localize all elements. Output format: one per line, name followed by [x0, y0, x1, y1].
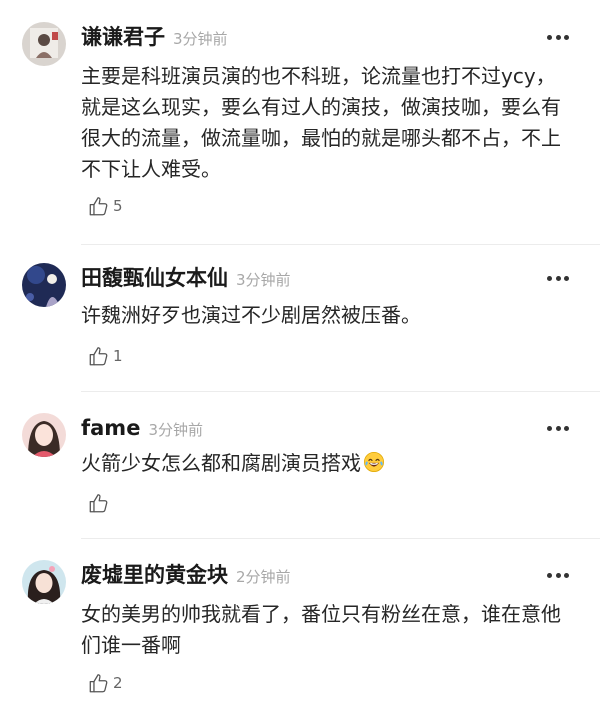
username[interactable]: 田馥甄仙女本仙 3分钟前 — [81, 265, 291, 293]
username-text[interactable]: 谦谦君子 — [81, 25, 165, 49]
thumbs-up-icon — [89, 494, 108, 513]
timestamp: 3分钟前 — [236, 271, 291, 289]
comment-text: 女的美男的帅我就看了，番位只有粉丝在意，谁在意他们谁一番啊 — [81, 602, 561, 657]
like-count: 2 — [113, 674, 123, 692]
more-icon[interactable] — [547, 275, 569, 281]
comment-item: 谦谦君子 3分钟前 主要是科班演员演的也不科班，论流量也打不过ycy，就是这么现实… — [0, 0, 600, 245]
thumbs-up-icon — [89, 197, 108, 216]
avatar[interactable] — [22, 560, 66, 604]
comment-text-content: 火箭少女怎么都和腐剧演员搭戏 — [81, 451, 361, 475]
comment-text: 许魏洲好歹也演过不少剧居然被压番。 — [81, 303, 421, 327]
username[interactable]: 谦谦君子 3分钟前 — [81, 24, 228, 52]
comment-item: 田馥甄仙女本仙 3分钟前 许魏洲好歹也演过不少剧居然被压番。 1 — [0, 245, 600, 391]
more-icon[interactable] — [547, 572, 569, 578]
like-button[interactable]: 2 — [88, 671, 123, 695]
timestamp: 2分钟前 — [236, 568, 291, 586]
thumbs-up-icon — [89, 347, 108, 366]
username[interactable]: 废墟里的黄金块 2分钟前 — [81, 562, 291, 590]
more-icon[interactable] — [547, 425, 569, 431]
like-button[interactable]: 1 — [88, 344, 123, 368]
comment-item: 废墟里的黄金块 2分钟前 女的美男的帅我就看了，番位只有粉丝在意，谁在意他们谁一番… — [0, 539, 600, 707]
like-count: 5 — [113, 197, 123, 215]
username-text[interactable]: 废墟里的黄金块 — [81, 563, 228, 587]
avatar[interactable] — [22, 22, 66, 66]
timestamp: 3分钟前 — [173, 30, 228, 48]
comment-text: 火箭少女怎么都和腐剧演员搭戏 — [81, 448, 571, 479]
more-icon[interactable] — [547, 34, 569, 40]
like-button[interactable] — [88, 491, 113, 515]
comment-item: fame 3分钟前 火箭少女怎么都和腐剧演员搭戏 — [0, 392, 600, 538]
avatar[interactable] — [22, 263, 66, 307]
comment-text: 主要是科班演员演的也不科班，论流量也打不过ycy，就是这么现实，要么有过人的演技… — [81, 64, 561, 181]
like-count: 1 — [113, 347, 123, 365]
tears-of-joy-emoji — [364, 452, 384, 472]
like-button[interactable]: 5 — [88, 194, 123, 218]
username[interactable]: fame 3分钟前 — [81, 415, 203, 443]
avatar[interactable] — [22, 413, 66, 457]
timestamp: 3分钟前 — [148, 421, 203, 439]
username-text[interactable]: 田馥甄仙女本仙 — [81, 266, 228, 290]
thumbs-up-icon — [89, 674, 108, 693]
username-text[interactable]: fame — [81, 416, 140, 440]
